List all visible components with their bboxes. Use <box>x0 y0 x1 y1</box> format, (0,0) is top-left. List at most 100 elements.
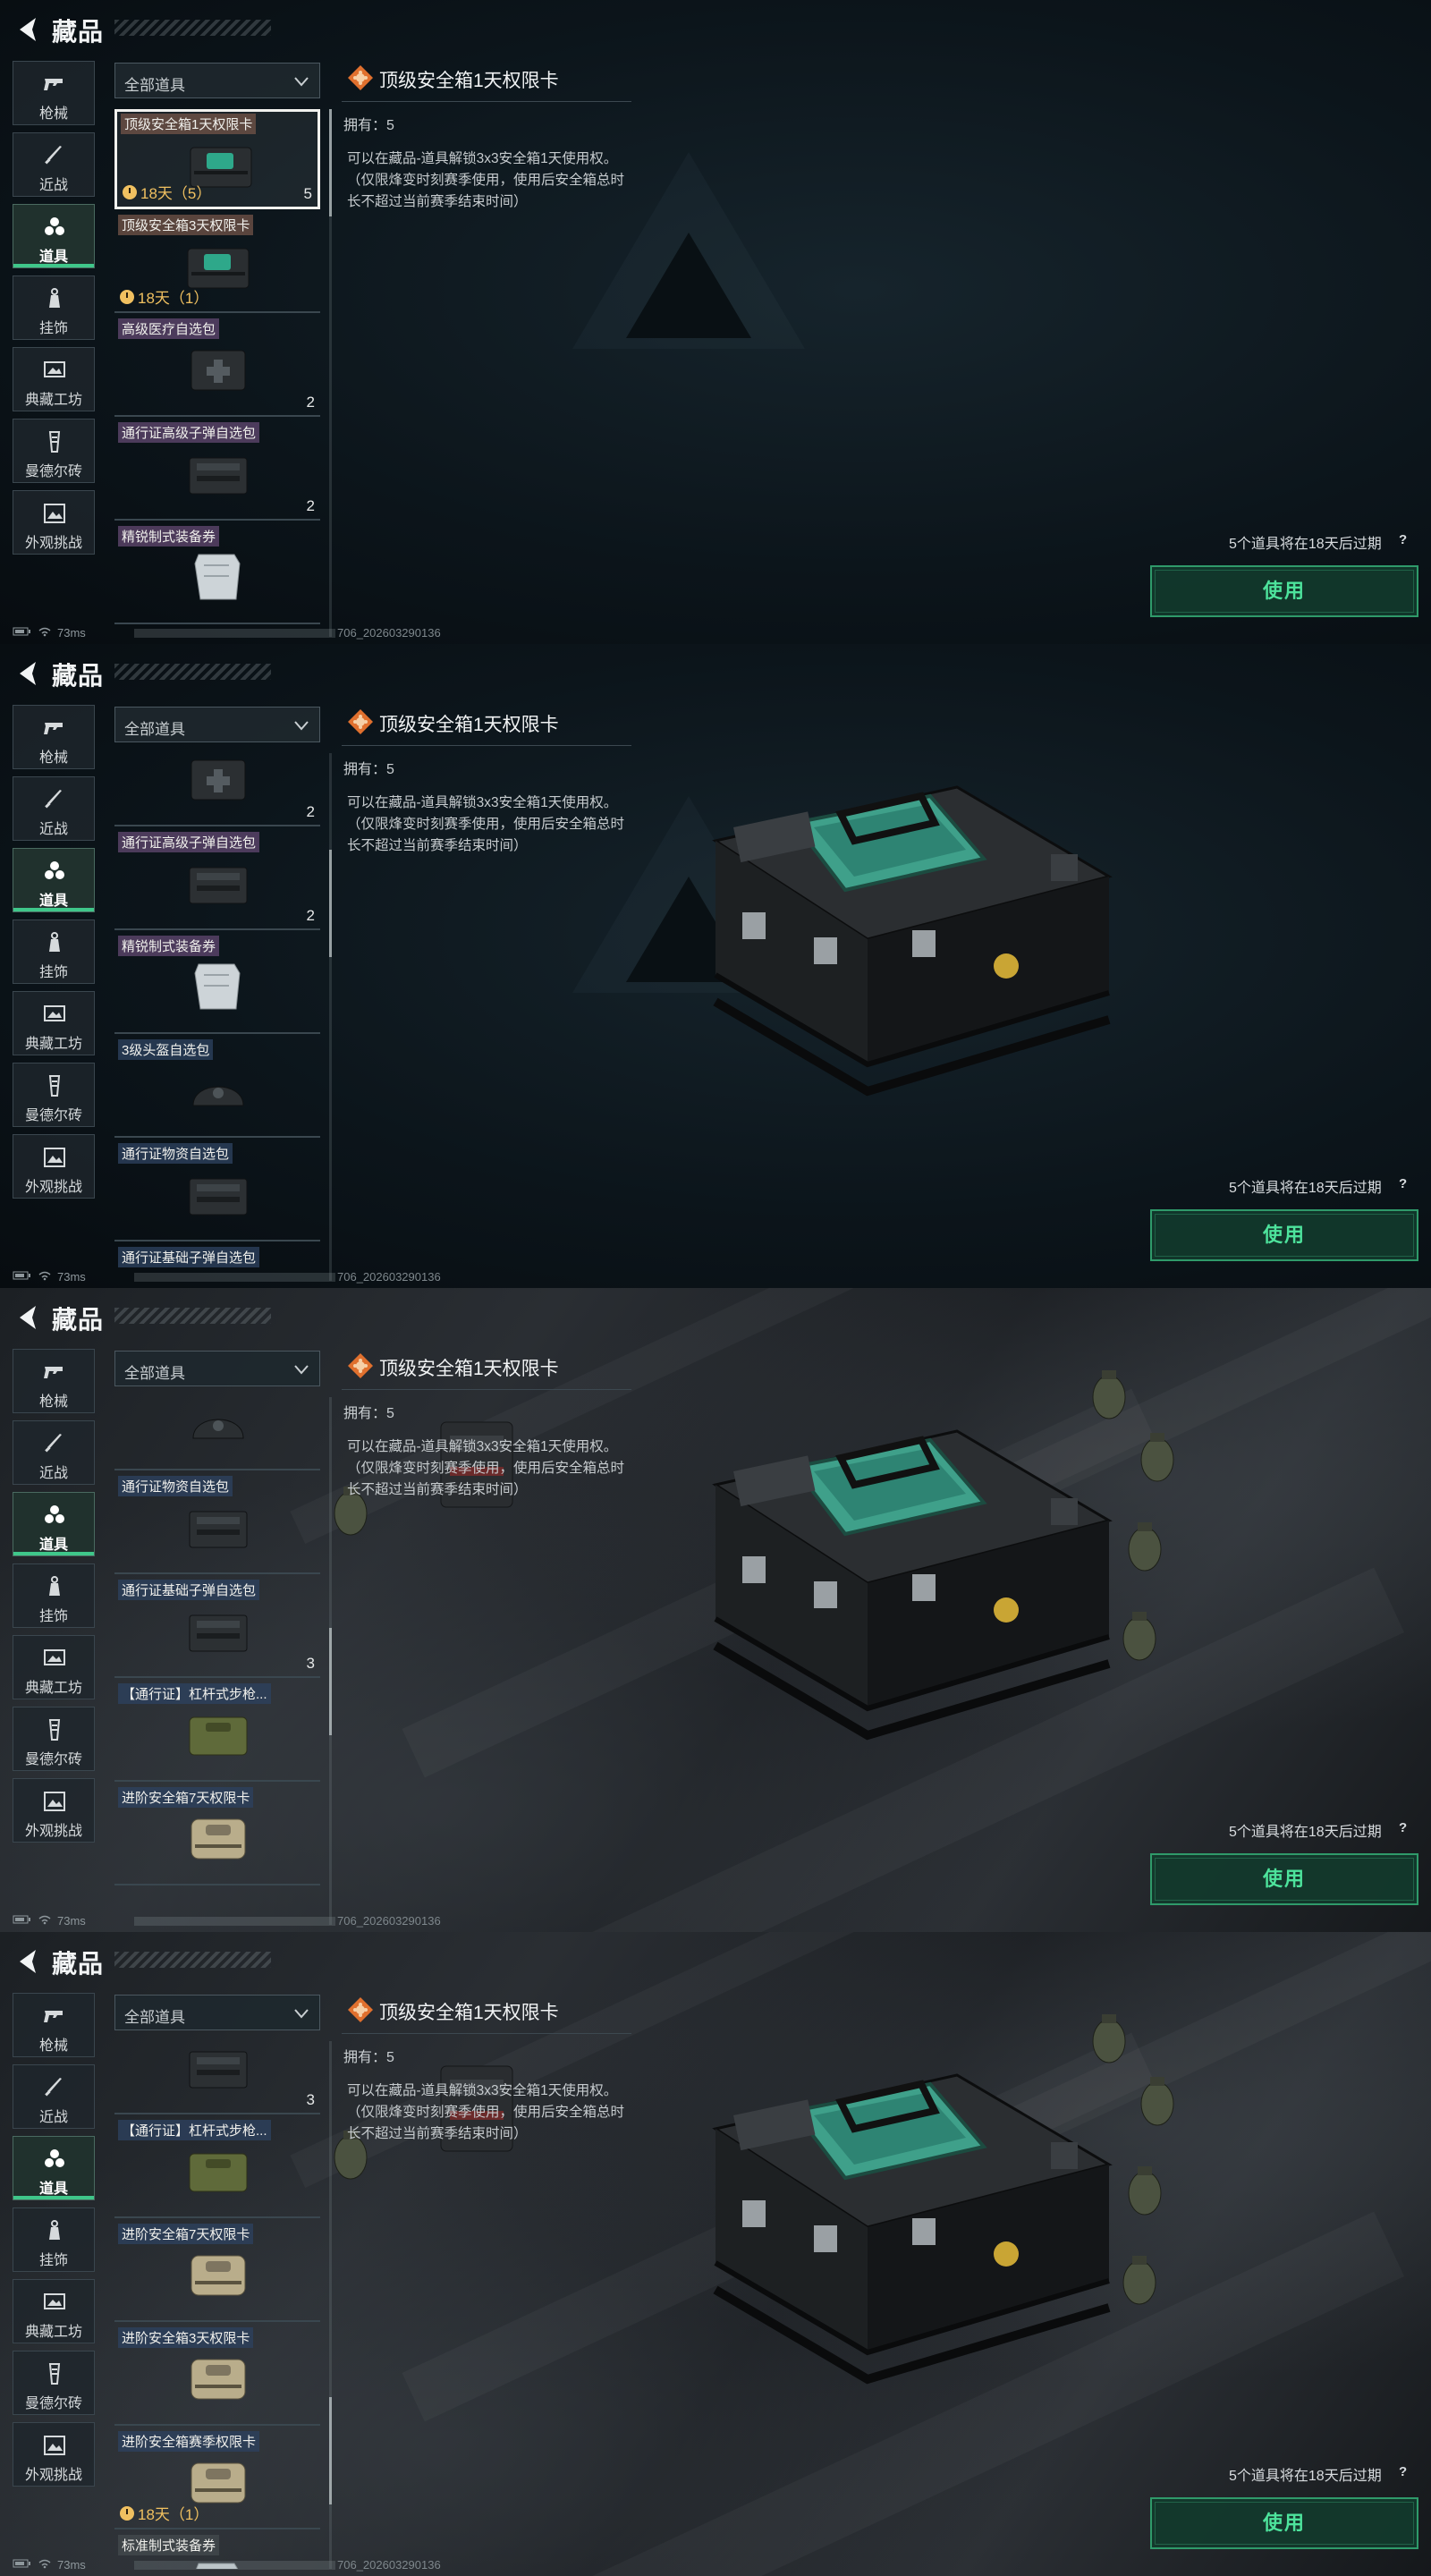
chevron-down-icon <box>292 1360 310 1378</box>
item-image <box>181 957 256 1014</box>
item-card[interactable]: 通行证物资自选包 <box>114 1474 320 1574</box>
item-list[interactable]: 2 通行证高级子弹自选包 2 精锐制式装备券 3级头盔自选包 通行证物资自选包 通行证基础子… <box>114 753 322 1281</box>
help-icon[interactable]: ? <box>1399 1820 1407 1835</box>
category-tab[interactable]: 挂饰 <box>13 275 95 340</box>
item-card[interactable]: 进阶安全箱7天权限卡 <box>114 1785 320 1885</box>
category-tab[interactable]: 枪械 <box>13 705 95 769</box>
category-tab[interactable]: 典藏工坊 <box>13 2279 95 2343</box>
mandel-brick-icon <box>42 1718 67 1741</box>
category-label: 挂饰 <box>38 1609 68 1624</box>
item-card[interactable]: 精锐制式装备券 <box>114 524 320 624</box>
item-card[interactable]: 【通行证】杠杆式步枪... <box>114 2118 320 2218</box>
category-tab[interactable]: 挂饰 <box>13 919 95 984</box>
help-icon[interactable]: ? <box>1399 2464 1407 2479</box>
title-decoration <box>114 1308 271 1324</box>
item-card[interactable]: 顶级安全箱3天权限卡 18天（1） <box>114 213 320 313</box>
item-count: 2 <box>306 394 315 411</box>
use-button[interactable]: 使用 <box>1150 2497 1418 2549</box>
category-tab[interactable]: 挂饰 <box>13 2207 95 2272</box>
list-scrollbar-thumb[interactable] <box>329 1628 332 1735</box>
help-icon[interactable]: ? <box>1399 532 1407 547</box>
item-list[interactable]: 3 【通行证】杠杆式步枪... 进阶安全箱7天权限卡 进阶安全箱3天权限卡 进阶安全箱赛… <box>114 2041 322 2569</box>
category-tab[interactable]: 曼德尔砖 <box>13 1063 95 1127</box>
divider <box>342 101 631 102</box>
category-tab[interactable]: 外观挑战 <box>13 490 95 555</box>
filter-dropdown[interactable]: 全部道具 <box>114 1351 320 1386</box>
category-tab[interactable]: 枪械 <box>13 1349 95 1413</box>
category-label: 外观挑战 <box>24 1824 82 1839</box>
category-tab[interactable]: 近战 <box>13 776 95 841</box>
category-tab[interactable]: 典藏工坊 <box>13 991 95 1055</box>
category-tab[interactable]: 外观挑战 <box>13 1134 95 1199</box>
item-card[interactable]: 通行证物资自选包 <box>114 1141 320 1241</box>
help-icon[interactable]: ? <box>1399 1176 1407 1191</box>
category-tab[interactable]: 曼德尔砖 <box>13 2351 95 2415</box>
filter-dropdown[interactable]: 全部道具 <box>114 63 320 98</box>
item-card[interactable]: 高级医疗自选包 2 <box>114 317 320 417</box>
category-label: 道具 <box>38 894 68 909</box>
list-scrollbar-thumb[interactable] <box>329 850 332 957</box>
category-tab[interactable]: 曼德尔砖 <box>13 1707 95 1771</box>
item-card[interactable]: 通行证高级子弹自选包 2 <box>114 830 320 930</box>
item-list[interactable]: 顶级安全箱1天权限卡 18天（5） 5 顶级安全箱3天权限卡 18天（1） 高级医疗自选包… <box>114 109 322 637</box>
item-card[interactable]: 2 <box>114 753 320 826</box>
category-tab[interactable]: 道具 <box>13 204 95 268</box>
category-tab[interactable]: 道具 <box>13 1492 95 1556</box>
item-name: 进阶安全箱7天权限卡 <box>118 1787 254 1808</box>
list-scrollbar-thumb[interactable] <box>329 109 332 216</box>
category-tab[interactable]: 枪械 <box>13 61 95 125</box>
filter-dropdown[interactable]: 全部道具 <box>114 1995 320 2030</box>
category-tab[interactable]: 外观挑战 <box>13 1778 95 1843</box>
knife-icon <box>42 144 67 167</box>
item-image <box>181 340 256 397</box>
category-tab[interactable]: 枪械 <box>13 1993 95 2057</box>
wifi-icon <box>38 1270 52 1284</box>
item-card[interactable]: 3级头盔自选包 <box>114 1038 320 1138</box>
category-tab[interactable]: 近战 <box>13 1420 95 1485</box>
workshop-icon <box>42 1647 67 1670</box>
item-card[interactable]: 精锐制式装备券 <box>114 934 320 1034</box>
appearance-challenge-icon <box>42 2434 67 2457</box>
item-image <box>181 1601 256 1658</box>
category-label: 典藏工坊 <box>24 1037 82 1052</box>
category-tab[interactable]: 道具 <box>13 848 95 912</box>
use-button[interactable]: 使用 <box>1150 1209 1418 1261</box>
item-card[interactable]: 通行证高级子弹自选包 2 <box>114 420 320 521</box>
use-button[interactable]: 使用 <box>1150 565 1418 617</box>
item-card[interactable]: 进阶安全箱赛季权限卡 18天（1） <box>114 2429 320 2529</box>
status-bar: 73ms <box>13 2558 86 2572</box>
category-tab[interactable]: 曼德尔砖 <box>13 419 95 483</box>
gun-icon <box>42 1360 67 1384</box>
category-tab[interactable]: 典藏工坊 <box>13 1635 95 1699</box>
item-card[interactable]: 3 <box>114 2041 320 2114</box>
item-card[interactable]: 通行证基础子弹自选包 3 <box>114 1578 320 1678</box>
item-card[interactable]: 3级头盔自选包 <box>114 1397 320 1470</box>
use-button[interactable]: 使用 <box>1150 1853 1418 1905</box>
back-icon[interactable] <box>16 1304 39 1331</box>
category-tab[interactable]: 挂饰 <box>13 1563 95 1628</box>
back-icon[interactable] <box>16 660 39 687</box>
list-scrollbar-thumb[interactable] <box>329 2397 332 2504</box>
item-list[interactable]: 3级头盔自选包通行证物资自选包通行证基础子弹自选包 3 【通行证】杠杆式步枪... 进… <box>114 1397 322 1925</box>
item-count: 2 <box>306 907 315 924</box>
charm-icon <box>42 287 67 310</box>
back-icon[interactable] <box>16 1948 39 1975</box>
category-tab[interactable]: 近战 <box>13 132 95 197</box>
rarity-icon <box>347 1996 374 2023</box>
category-tab[interactable]: 道具 <box>13 2136 95 2200</box>
session-id: 706_202603290136 <box>337 1914 441 1928</box>
item-card[interactable]: 进阶安全箱7天权限卡 <box>114 2222 320 2322</box>
item-card[interactable]: 【通行证】杠杆式步枪... <box>114 1682 320 1782</box>
clock-icon <box>120 289 134 304</box>
list-scrollbar-track[interactable] <box>329 753 332 1281</box>
item-card[interactable]: 顶级安全箱1天权限卡 18天（5） 5 <box>114 109 320 209</box>
filter-dropdown[interactable]: 全部道具 <box>114 707 320 742</box>
category-tab[interactable]: 近战 <box>13 2064 95 2129</box>
category-tab[interactable]: 外观挑战 <box>13 2422 95 2487</box>
back-icon[interactable] <box>16 16 39 43</box>
category-label: 道具 <box>38 1538 68 1553</box>
item-card[interactable]: 进阶安全箱3天权限卡 <box>114 2326 320 2426</box>
category-tab[interactable]: 典藏工坊 <box>13 347 95 411</box>
item-description: 可以在藏品-道具解锁3x3安全箱1天使用权。（仅限烽变时刻赛季使用，使用后安全箱… <box>347 151 625 209</box>
mandel-brick-icon <box>42 2362 67 2385</box>
